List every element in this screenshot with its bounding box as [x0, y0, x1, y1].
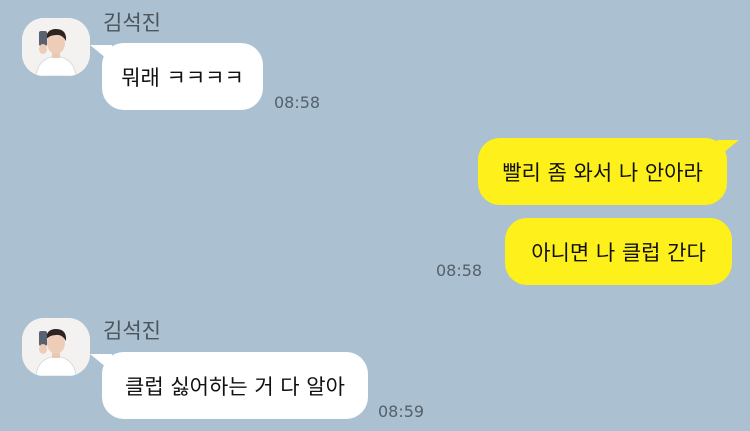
- bubble-tail: [717, 140, 739, 158]
- message-text: 빨리 좀 와서 나 안아라: [502, 160, 703, 185]
- sender-name: 김석진: [103, 319, 161, 343]
- message-text: 아니면 나 클럽 간다: [531, 240, 706, 265]
- message-bubble-incoming[interactable]: 뭐래 ㅋㅋㅋㅋ: [90, 43, 263, 110]
- profile-photo-icon: [22, 318, 90, 376]
- bubble-tail: [90, 354, 112, 372]
- message-bubble-incoming[interactable]: 클럽 싫어하는 거 다 알아: [90, 352, 368, 419]
- message-time: 08:59: [378, 402, 425, 421]
- message-bubble-outgoing[interactable]: 아니면 나 클럽 간다: [505, 218, 732, 285]
- message-text: 뭐래 ㅋㅋㅋㅋ: [121, 65, 244, 90]
- message-bubble-outgoing[interactable]: 빨리 좀 와서 나 안아라: [478, 138, 739, 205]
- sender-name: 김석진: [103, 11, 161, 35]
- message-text: 클럽 싫어하는 거 다 알아: [125, 374, 345, 399]
- avatar[interactable]: [22, 18, 90, 76]
- bubble-tail: [90, 45, 112, 63]
- profile-photo-icon: [22, 18, 90, 76]
- avatar[interactable]: [22, 318, 90, 376]
- message-time: 08:58: [436, 261, 483, 280]
- message-time: 08:58: [274, 93, 321, 112]
